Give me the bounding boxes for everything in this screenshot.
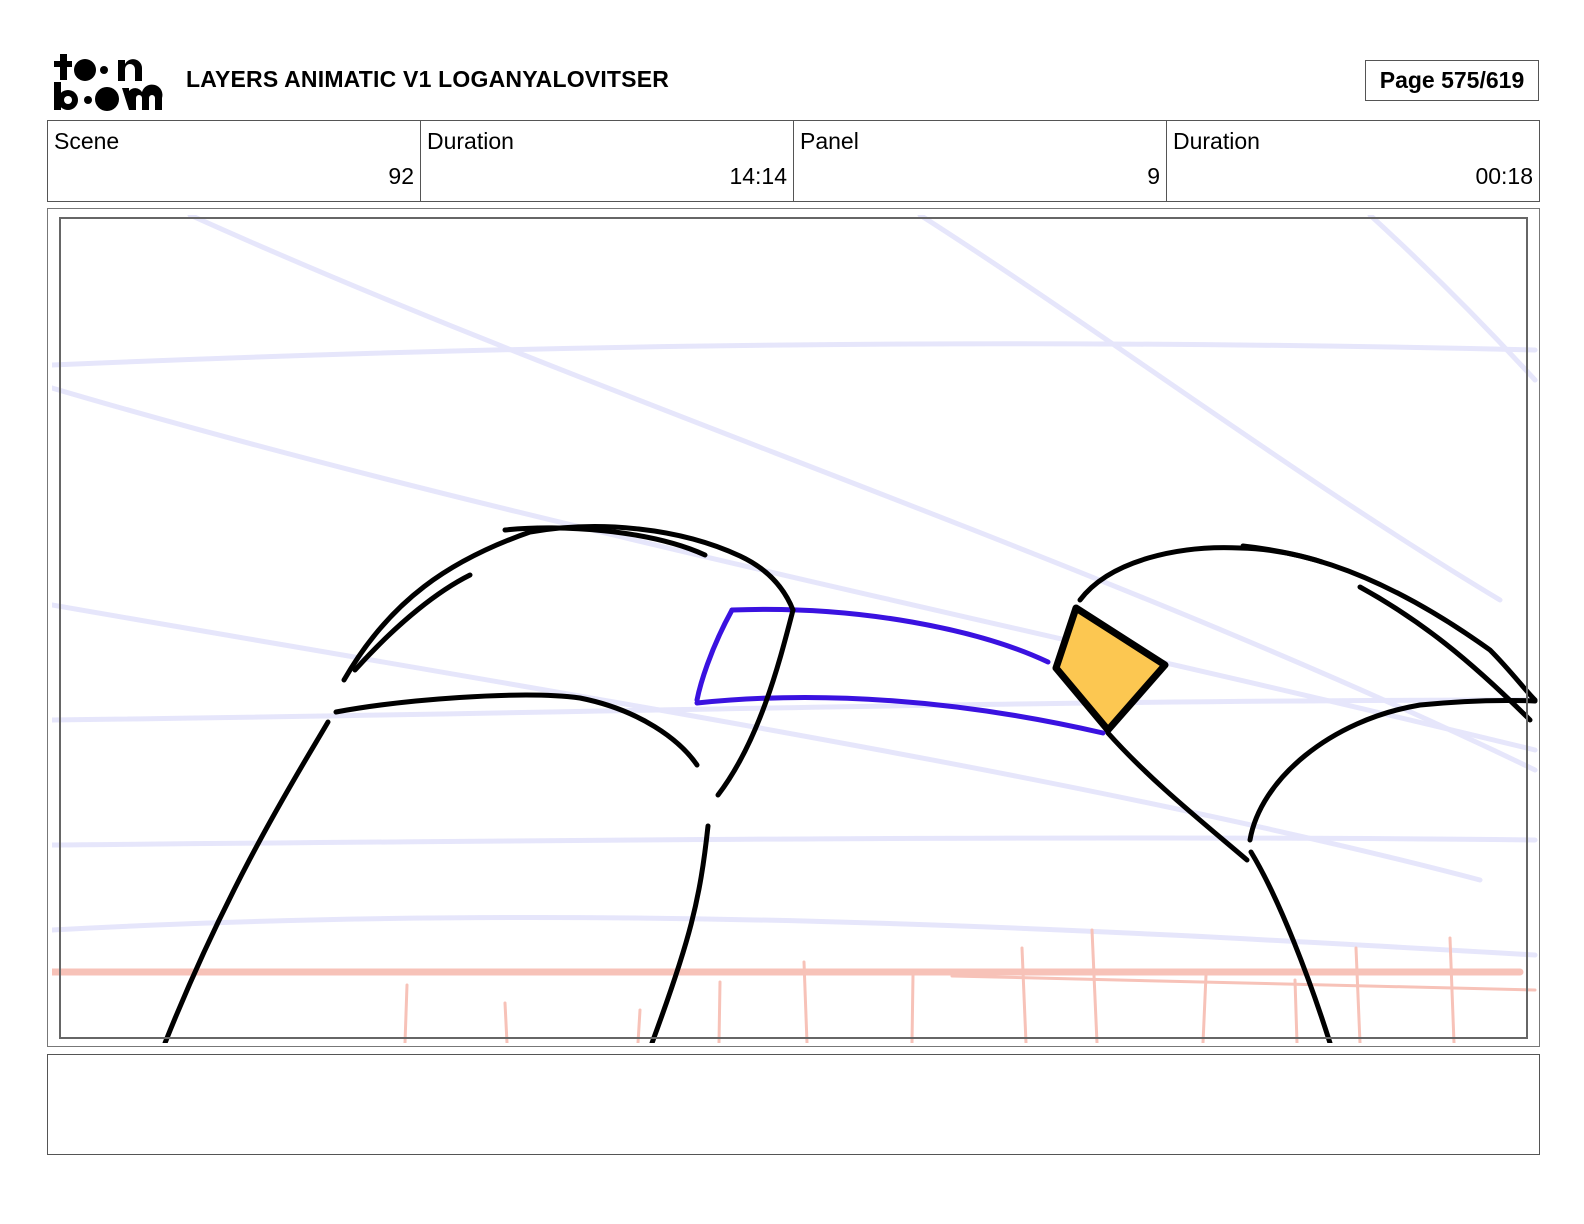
panel-frame-inner — [59, 217, 1528, 1039]
panel-notes-box — [47, 1054, 1540, 1155]
